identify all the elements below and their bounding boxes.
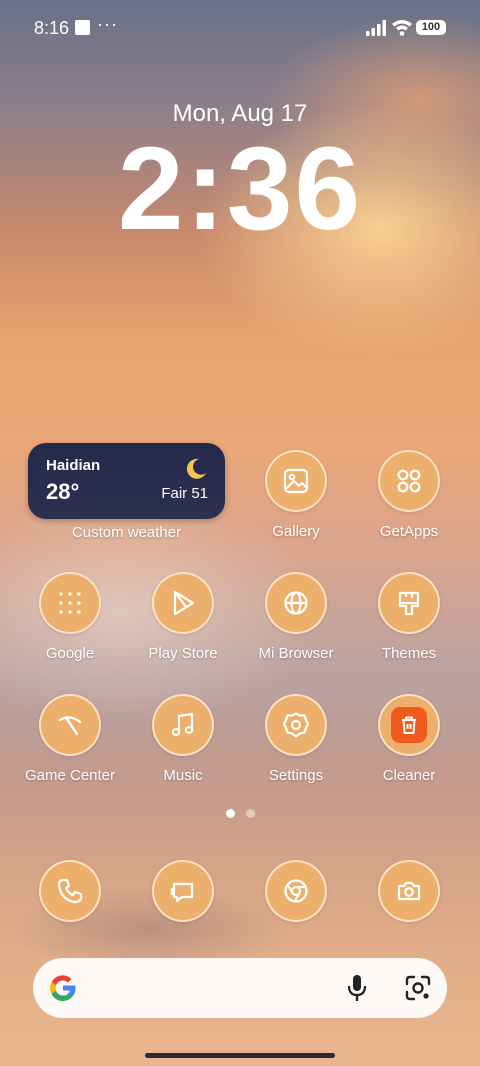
app-label: Play Store xyxy=(148,645,218,662)
getapps-icon xyxy=(378,450,440,512)
app-mi-browser[interactable]: Mi Browser xyxy=(246,572,346,682)
battery-indicator: 100 xyxy=(416,20,446,35)
app-play-store[interactable]: Play Store xyxy=(133,572,233,682)
weather-widget-label: Custom weather xyxy=(71,524,182,541)
app-gallery[interactable]: Gallery xyxy=(246,450,346,560)
phone-icon xyxy=(39,860,101,922)
app-label: Themes xyxy=(381,645,437,662)
dock-messages[interactable] xyxy=(133,860,233,970)
app-settings[interactable]: Settings xyxy=(246,694,346,804)
app-label: GetApps xyxy=(379,523,439,540)
play-store-icon xyxy=(152,572,214,634)
weather-city: Haidian xyxy=(46,457,101,474)
game-center-icon xyxy=(39,694,101,756)
camera-icon xyxy=(378,860,440,922)
google-logo-icon xyxy=(50,975,76,1002)
dock-chrome[interactable] xyxy=(246,860,346,970)
app-label: Gallery xyxy=(272,523,320,540)
app-music[interactable]: Music xyxy=(133,694,233,804)
status-bar: 8:16 ··· 100 xyxy=(0,0,480,56)
app-label: Google xyxy=(45,645,95,662)
more-notifications-icon: ··· xyxy=(97,14,118,34)
app-label: Music xyxy=(163,767,203,784)
app-label: Game Center xyxy=(24,767,116,784)
paint-brush-icon xyxy=(378,572,440,634)
app-google-folder[interactable]: Google xyxy=(20,572,120,682)
app-label: Cleaner xyxy=(382,767,436,784)
notification-square-icon xyxy=(75,20,90,35)
clock-time[interactable]: 2:36 xyxy=(0,130,480,248)
home-indicator[interactable] xyxy=(145,1053,335,1058)
gallery-icon xyxy=(265,450,327,512)
dock-camera[interactable] xyxy=(359,860,459,970)
app-label: Mi Browser xyxy=(258,645,334,662)
google-folder-icon xyxy=(39,572,101,634)
app-game-center[interactable]: Game Center xyxy=(20,694,120,804)
app-getapps[interactable]: GetApps xyxy=(359,450,459,560)
app-label: Settings xyxy=(268,767,324,784)
weather-temperature: 28° xyxy=(46,479,80,504)
messages-icon xyxy=(152,860,214,922)
signal-icon xyxy=(366,20,386,36)
music-note-icon xyxy=(152,694,214,756)
app-cleaner[interactable]: Cleaner xyxy=(359,694,459,804)
app-themes[interactable]: Themes xyxy=(359,572,459,682)
wifi-icon xyxy=(392,20,412,36)
trash-icon xyxy=(391,707,427,743)
page-dot-active xyxy=(226,809,235,818)
gear-icon xyxy=(265,694,327,756)
globe-icon xyxy=(265,572,327,634)
cleaner-icon xyxy=(378,694,440,756)
microphone-icon[interactable] xyxy=(343,973,371,1003)
page-dot xyxy=(246,809,255,818)
moon-icon xyxy=(186,458,206,479)
google-search-bar[interactable] xyxy=(33,958,447,1018)
dock-phone[interactable] xyxy=(20,860,120,970)
weather-condition: Fair 51 xyxy=(161,485,208,502)
weather-widget[interactable]: Haidian 28° Fair 51 xyxy=(28,443,225,519)
chrome-icon xyxy=(265,860,327,922)
status-time: 8:16 xyxy=(34,18,70,38)
google-lens-icon[interactable] xyxy=(403,973,433,1003)
